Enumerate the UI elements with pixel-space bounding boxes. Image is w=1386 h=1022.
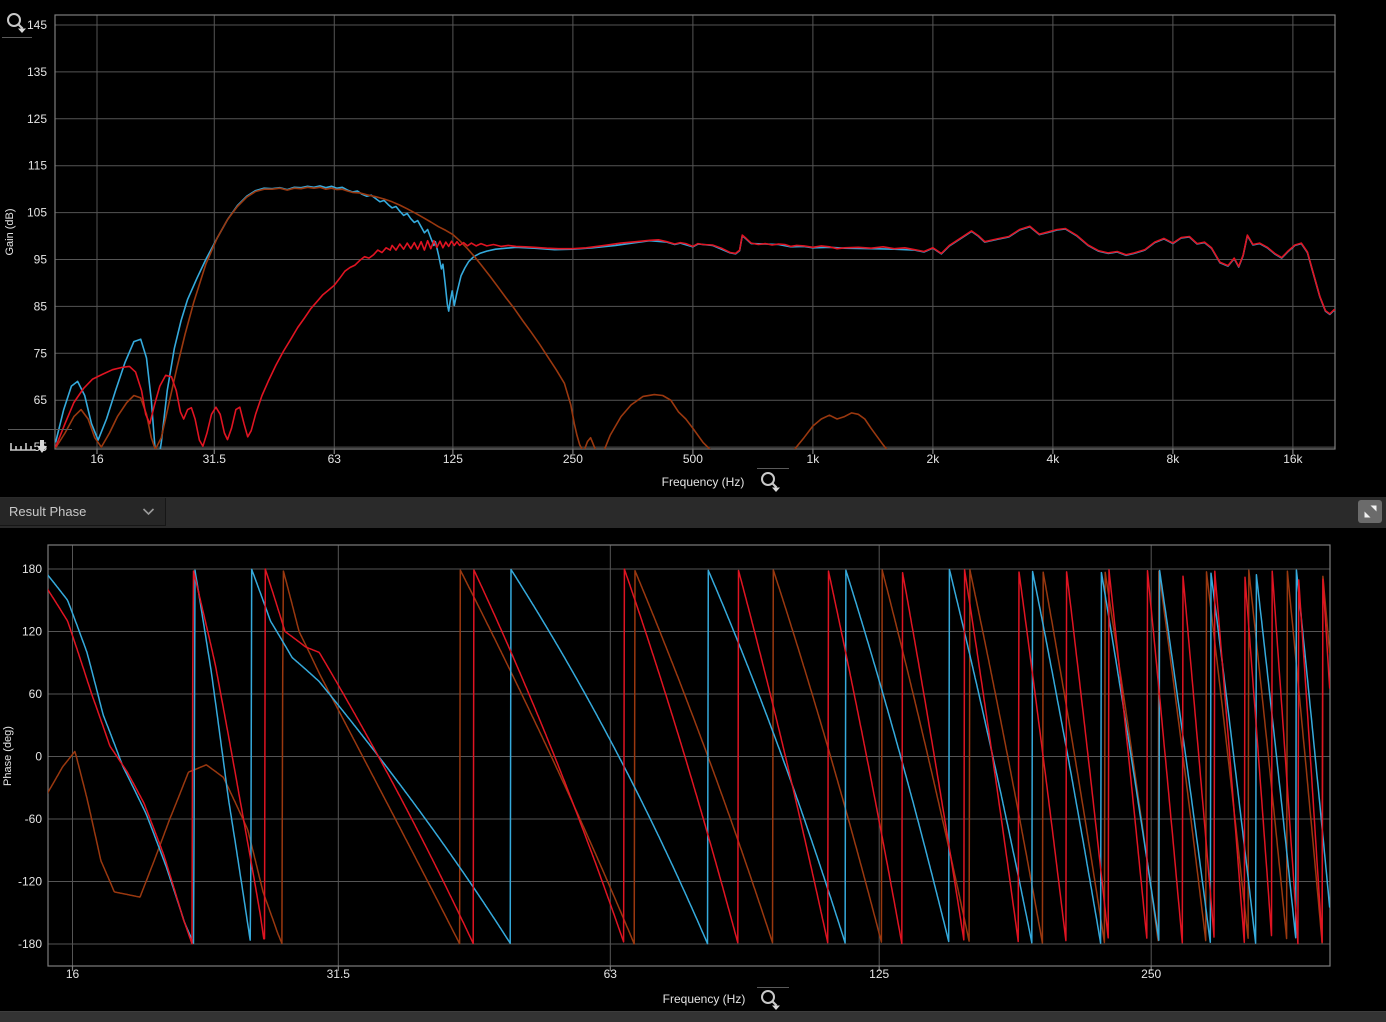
svg-text:Phase (deg): Phase (deg) <box>2 726 14 786</box>
svg-text:8k: 8k <box>1167 452 1181 466</box>
gain-axis-limits-button[interactable] <box>8 436 52 456</box>
svg-text:-120: -120 <box>18 875 42 889</box>
svg-text:180: 180 <box>22 562 42 576</box>
gain-x-axis-zoom-button[interactable] <box>759 470 785 494</box>
svg-text:63: 63 <box>604 967 618 981</box>
svg-text:115: 115 <box>28 159 47 173</box>
svg-text:-60: -60 <box>25 812 43 826</box>
svg-text:135: 135 <box>27 65 47 79</box>
gain-y-axis-zoom-button[interactable] <box>5 11 31 35</box>
gain-chart[interactable]: 14513512511510595857565551631.5631252505… <box>0 0 1386 497</box>
svg-text:Gain (dB): Gain (dB) <box>4 208 16 255</box>
magnifier-icon <box>759 470 785 494</box>
svg-text:31.5: 31.5 <box>203 452 227 466</box>
caret-down-icon <box>772 488 780 493</box>
svg-text:Frequency (Hz): Frequency (Hz) <box>663 992 746 1006</box>
svg-text:31.5: 31.5 <box>327 967 351 981</box>
magnifier-icon <box>759 988 785 1012</box>
measurement-app-window: { "ui": { "toolbar": { "selector_label":… <box>0 0 1386 1021</box>
caret-down-icon <box>772 1006 780 1011</box>
svg-text:250: 250 <box>563 452 583 466</box>
separator-line <box>757 468 789 469</box>
svg-text:65: 65 <box>34 393 48 407</box>
expand-icon <box>1364 505 1377 518</box>
svg-text:1k: 1k <box>807 452 821 466</box>
axis-scale-icon <box>8 436 52 456</box>
svg-text:-180: -180 <box>18 937 42 951</box>
graph-select-label: Result Phase <box>0 504 86 519</box>
svg-text:75: 75 <box>34 346 48 360</box>
phase-x-axis-zoom-button[interactable] <box>759 988 785 1012</box>
svg-text:63: 63 <box>328 452 342 466</box>
svg-text:2k: 2k <box>927 452 941 466</box>
magnifier-icon <box>5 11 31 35</box>
svg-text:95: 95 <box>34 253 48 267</box>
chevron-down-icon <box>142 508 165 516</box>
svg-text:Frequency (Hz): Frequency (Hz) <box>662 475 745 489</box>
svg-text:4k: 4k <box>1047 452 1061 466</box>
svg-text:125: 125 <box>27 112 47 126</box>
caret-down-icon <box>18 29 26 34</box>
svg-text:250: 250 <box>1141 967 1161 981</box>
svg-text:0: 0 <box>35 750 42 764</box>
graph-select-dropdown[interactable]: Result Phase <box>0 498 166 526</box>
svg-text:60: 60 <box>29 687 43 701</box>
phase-chart[interactable]: 180 120 60 0 -60 -120 -180 16 31.5 63 125 250 Phase … <box>0 528 1386 1011</box>
expand-graph-button[interactable] <box>1358 500 1382 523</box>
svg-text:125: 125 <box>869 967 889 981</box>
svg-text:125: 125 <box>443 452 463 466</box>
svg-text:85: 85 <box>34 299 48 313</box>
svg-text:16: 16 <box>66 967 80 981</box>
separator-line <box>8 429 72 430</box>
svg-text:500: 500 <box>683 452 703 466</box>
graph-toolbar: Result Phase <box>0 497 1386 528</box>
svg-text:16k: 16k <box>1283 452 1303 466</box>
svg-text:105: 105 <box>27 206 47 220</box>
svg-text:16: 16 <box>90 452 104 466</box>
separator-line <box>2 37 32 38</box>
status-bar <box>0 1011 1386 1022</box>
svg-text:120: 120 <box>22 625 42 639</box>
arrow-down-icon <box>37 446 47 453</box>
